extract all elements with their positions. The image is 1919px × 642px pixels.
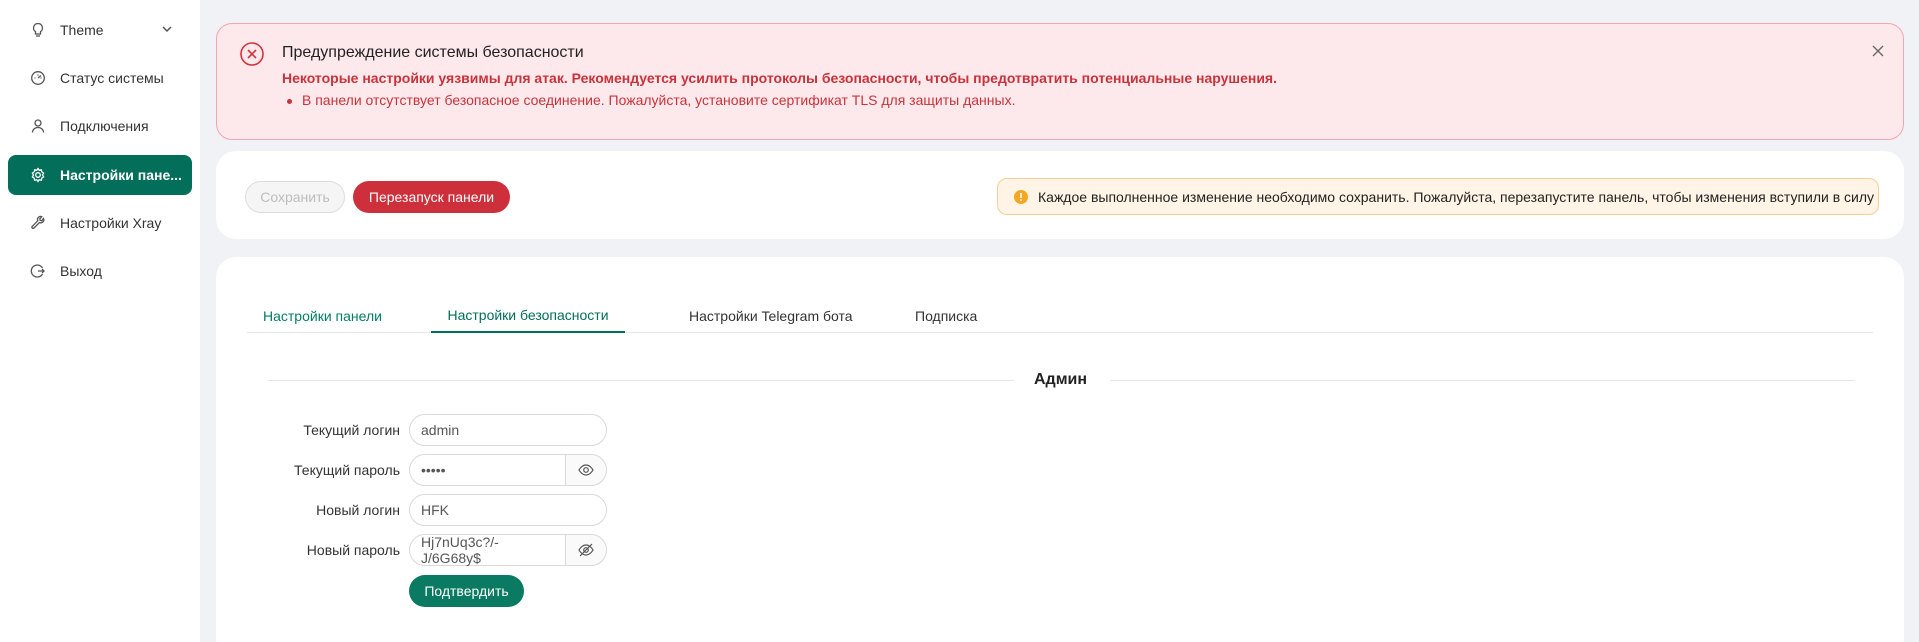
sidebar-item-label: Выход [60,263,102,279]
sidebar: Theme Статус системы Подключения Настрой… [0,0,200,642]
tab-panel-settings[interactable]: Настройки панели [247,299,398,333]
current-password-input[interactable]: ••••• [409,454,566,486]
new-login-input[interactable]: HFK [409,494,607,526]
security-alert: Предупреждение системы безопасности Неко… [216,23,1904,140]
divider [267,380,1014,381]
sidebar-item-status[interactable]: Статус системы [8,58,192,98]
alert-list-item: В панели отсутствует безопасное соединен… [286,92,1016,108]
error-circle-icon [240,42,264,66]
sidebar-item-label: Статус системы [60,70,164,86]
new-login-label: Новый логин [316,502,400,518]
save-button[interactable]: Сохранить [245,181,345,213]
sidebar-item-xray-settings[interactable]: Настройки Xray [8,203,192,243]
eye-icon [578,464,594,476]
new-password-input[interactable]: Hj7nUq3c?/-J/6G68y$ [409,534,566,566]
sidebar-item-label: Theme [60,22,104,38]
save-warning: Каждое выполненное изменение необходимо … [997,178,1879,215]
warning-icon [1014,189,1028,204]
tab-subscription[interactable]: Подписка [899,299,993,333]
alert-title: Предупреждение системы безопасности [282,44,584,61]
confirm-button[interactable]: Подтвердить [409,575,524,607]
tab-telegram-settings[interactable]: Настройки Telegram бота [673,299,869,333]
tab-security-settings[interactable]: Настройки безопасности [431,299,625,333]
sidebar-item-panel-settings[interactable]: Настройки пане... [8,155,192,195]
logout-icon [30,263,46,279]
user-icon [30,118,46,134]
hide-password-toggle[interactable] [565,534,607,566]
sidebar-item-connections[interactable]: Подключения [8,106,192,146]
dashboard-icon [30,70,46,86]
sidebar-item-label: Подключения [60,118,149,134]
sidebar-item-label: Настройки пане... [60,167,182,183]
restart-panel-button[interactable]: Перезапуск панели [353,181,510,213]
eye-slash-icon [578,543,594,557]
new-password-label: Новый пароль [306,542,400,558]
current-login-label: Текущий логин [303,422,400,438]
close-icon[interactable] [1871,44,1885,58]
alert-subtitle: Некоторые настройки уязвимы для атак. Ре… [282,70,1277,86]
current-login-input[interactable]: admin [409,414,607,446]
chevron-down-icon [162,26,172,33]
settings-card: Настройки панели Настройки безопасности … [216,257,1904,642]
settings-tabs: Настройки панели Настройки безопасности … [247,299,1873,333]
divider [1110,380,1855,381]
sidebar-item-theme[interactable]: Theme [8,10,192,50]
wrench-icon [30,215,46,231]
section-title-admin: Админ [1034,371,1088,388]
show-password-toggle[interactable] [565,454,607,486]
current-password-label: Текущий пароль [294,462,400,478]
gear-icon [30,167,46,183]
bulb-icon [30,22,46,38]
sidebar-item-logout[interactable]: Выход [8,251,192,291]
sidebar-item-label: Настройки Xray [60,215,162,231]
warning-text: Каждое выполненное изменение необходимо … [1038,188,1875,205]
actions-card: Сохранить Перезапуск панели Каждое выпол… [216,151,1904,239]
